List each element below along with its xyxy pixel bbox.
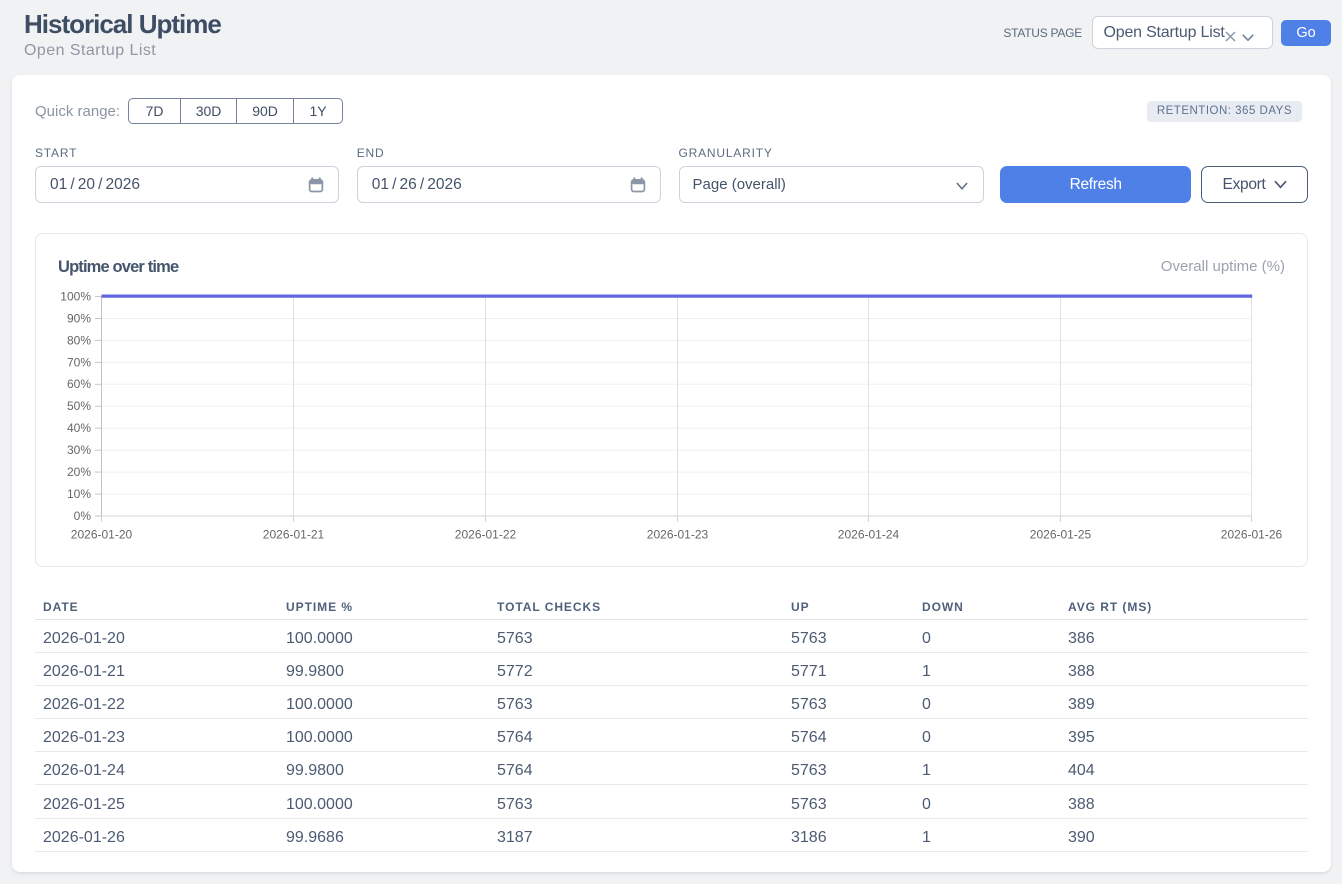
- svg-text:50%: 50%: [67, 399, 91, 413]
- svg-text:2026-01-26: 2026-01-26: [1221, 527, 1283, 541]
- svg-text:2026-01-21: 2026-01-21: [263, 527, 325, 541]
- svg-text:70%: 70%: [67, 355, 91, 369]
- svg-text:30%: 30%: [67, 443, 91, 457]
- svg-text:60%: 60%: [67, 377, 91, 391]
- svg-text:40%: 40%: [67, 421, 91, 435]
- svg-text:10%: 10%: [67, 487, 91, 501]
- svg-text:0%: 0%: [74, 509, 92, 523]
- svg-text:2026-01-23: 2026-01-23: [647, 527, 709, 541]
- svg-text:2026-01-24: 2026-01-24: [838, 527, 900, 541]
- svg-text:80%: 80%: [67, 333, 91, 347]
- svg-text:20%: 20%: [67, 465, 91, 479]
- svg-text:90%: 90%: [67, 311, 91, 325]
- svg-text:2026-01-22: 2026-01-22: [455, 527, 517, 541]
- svg-text:100%: 100%: [60, 289, 91, 303]
- svg-text:2026-01-25: 2026-01-25: [1030, 527, 1092, 541]
- svg-text:2026-01-20: 2026-01-20: [71, 527, 133, 541]
